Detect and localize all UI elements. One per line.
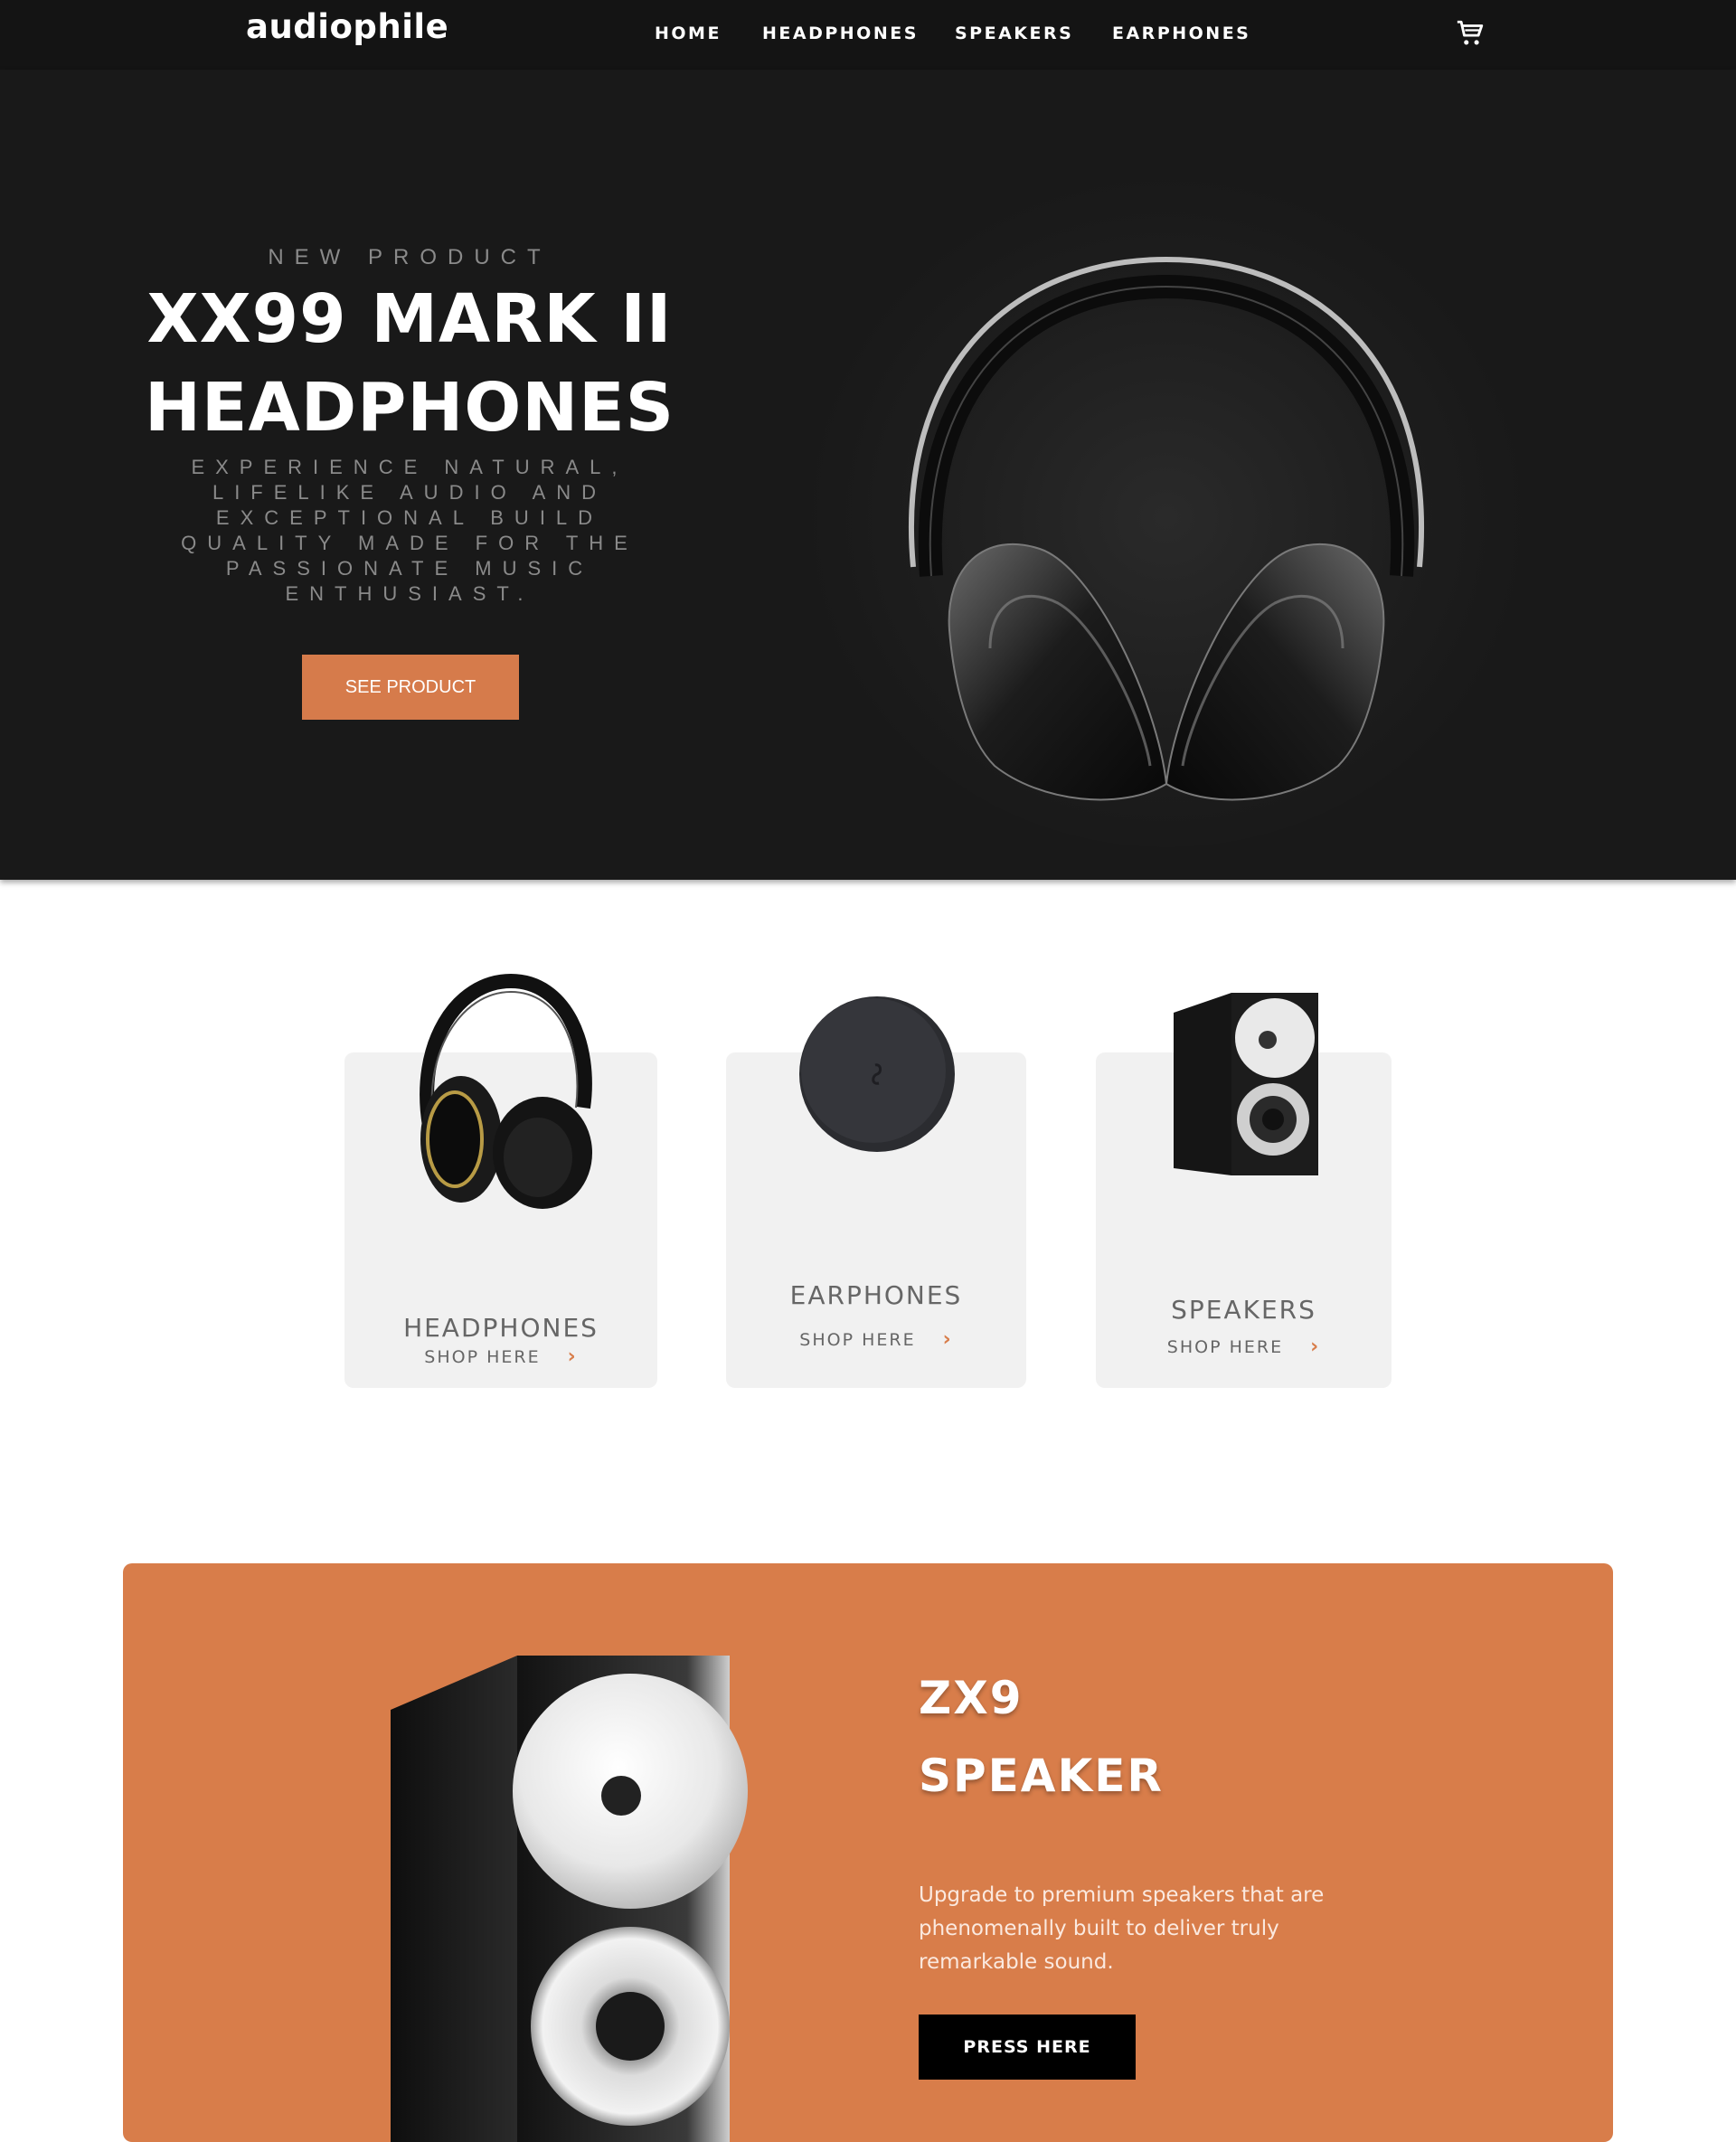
chevron-right-icon: › <box>942 1328 953 1351</box>
shop-here-label: SHOP HERE <box>799 1330 916 1350</box>
shop-here-link[interactable]: SHOP HERE › <box>1096 1335 1392 1358</box>
shop-here-label: SHOP HERE <box>1166 1337 1284 1357</box>
hero-title: XX99 MARK II HEADPHONES <box>0 275 819 452</box>
category-title: SPEAKERS <box>1171 1295 1316 1325</box>
nav-link-headphones[interactable]: HEADPHONES <box>762 24 919 43</box>
nav-link-home[interactable]: HOME <box>655 24 722 43</box>
shop-here-label: SHOP HERE <box>424 1347 541 1367</box>
hero-title-line1: XX99 MARK II <box>146 280 673 358</box>
hero-headphones-image <box>805 160 1528 847</box>
promo-title-line2: SPEAKER <box>919 1750 1164 1802</box>
earphones-category-image <box>799 996 955 1152</box>
category-title: EARPHONES <box>789 1280 963 1310</box>
nav-link-earphones[interactable]: EARPHONES <box>1112 24 1250 43</box>
headphones-category-image <box>420 973 592 1209</box>
promo-title-line1: ZX9 <box>919 1672 1024 1724</box>
hero-description: EXPERIENCE NATURAL, LIFELIKE AUDIO AND E… <box>181 456 638 605</box>
chevron-right-icon: › <box>567 1345 578 1368</box>
hero-title-line2: HEADPHONES <box>144 369 675 447</box>
hero-overline: NEW PRODUCT <box>268 245 552 269</box>
chevron-right-icon: › <box>1310 1335 1321 1358</box>
nav-link-speakers[interactable]: SPEAKERS <box>955 24 1073 43</box>
hero-section: NEW PRODUCT XX99 MARK II HEADPHONES EXPE… <box>0 70 1736 880</box>
top-navbar: audiophile HOME HEADPHONES SPEAKERS EARP… <box>0 0 1736 70</box>
shop-here-link[interactable]: SHOP HERE › <box>726 1328 1026 1351</box>
cart-icon[interactable] <box>1455 18 1486 49</box>
category-title: HEADPHONES <box>403 1313 599 1343</box>
logo[interactable]: audiophile <box>246 7 448 46</box>
zx9-speaker-image <box>391 1656 748 2142</box>
speaker-category-image <box>1174 993 1318 1175</box>
zx9-promo-section: ZX9 SPEAKER Upgrade to premium speakers … <box>123 1563 1613 2142</box>
see-product-button[interactable]: SEE PRODUCT <box>302 655 519 720</box>
promo-description: Upgrade to premium speakers that are phe… <box>919 1883 1325 1974</box>
press-here-button[interactable]: PRESS HERE <box>919 2015 1136 2080</box>
shop-here-link[interactable]: SHOP HERE › <box>344 1345 657 1368</box>
